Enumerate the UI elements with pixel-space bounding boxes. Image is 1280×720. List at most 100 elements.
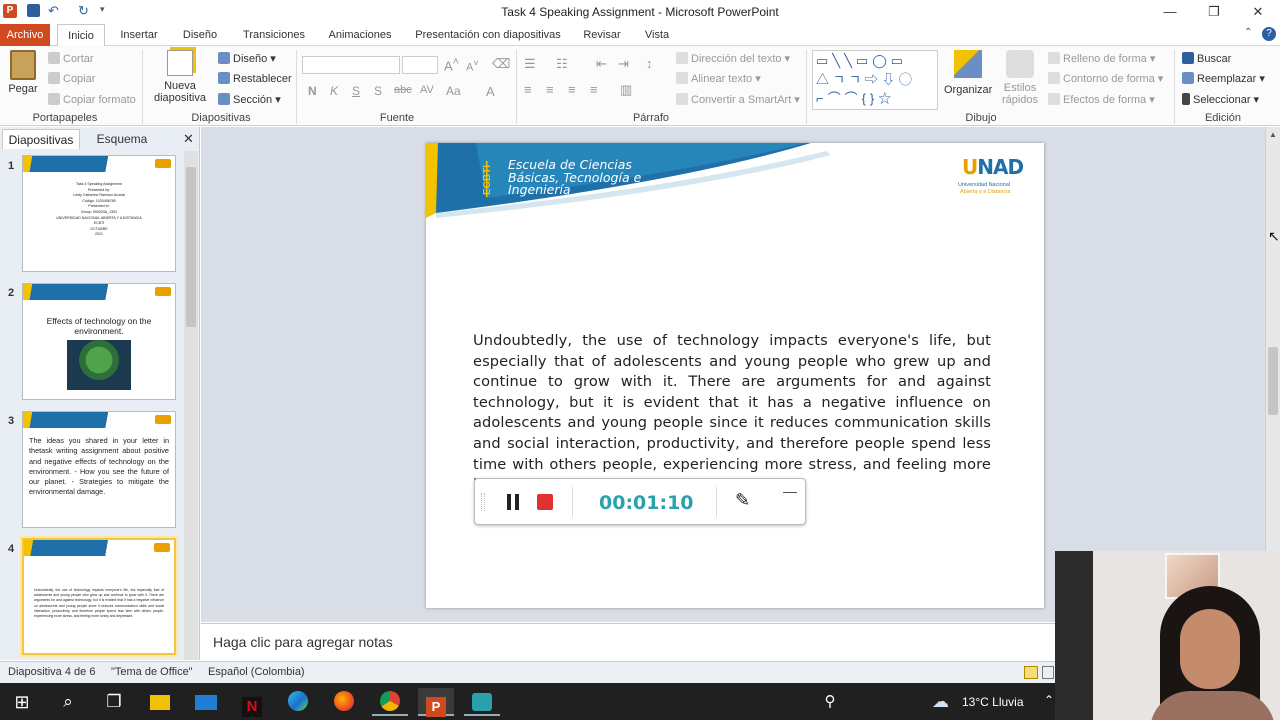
align-right-icon[interactable]: ≡: [568, 82, 576, 97]
tab-inicio[interactable]: Inicio: [57, 24, 105, 47]
shape-fill-button[interactable]: Relleno de forma ▾: [1048, 52, 1155, 65]
window-title: Task 4 Speaking Assignment - Microsoft P…: [501, 5, 779, 19]
current-slide[interactable]: ECBTI Escuela de Ciencias Básicas, Tecnol…: [426, 143, 1044, 608]
scroll-thumb[interactable]: [186, 167, 196, 327]
tab-esquema[interactable]: Esquema: [84, 129, 160, 149]
arrange-button[interactable]: Organizar: [944, 50, 992, 96]
tab-diseno[interactable]: Diseño: [175, 24, 225, 46]
task-view-icon[interactable]: ❐: [96, 688, 132, 716]
drag-handle-icon[interactable]: [481, 493, 485, 511]
tab-animaciones[interactable]: Animaciones: [323, 24, 397, 46]
cut-button[interactable]: Cortar: [48, 52, 94, 65]
pen-icon[interactable]: ✎: [735, 490, 750, 511]
powerpoint-icon[interactable]: P: [418, 688, 454, 717]
smartart-button[interactable]: Convertir a SmartArt ▾: [676, 93, 800, 106]
font-family-select[interactable]: [302, 56, 400, 74]
change-case-icon[interactable]: Aa: [446, 84, 461, 98]
stop-icon[interactable]: [537, 494, 553, 510]
firefox-icon[interactable]: [326, 688, 362, 716]
font-color-icon[interactable]: A: [486, 84, 495, 99]
decrease-indent-icon[interactable]: ⇤: [596, 56, 607, 72]
select-button[interactable]: Seleccionar ▾: [1182, 93, 1259, 106]
bold-button[interactable]: N: [308, 84, 317, 98]
justify-icon[interactable]: ≡: [590, 82, 598, 97]
tab-vista[interactable]: Vista: [636, 24, 678, 46]
pause-icon[interactable]: [507, 494, 519, 510]
close-button[interactable]: ✕: [1236, 0, 1280, 24]
paste-button[interactable]: Pegar: [6, 50, 40, 95]
shape-outline-button[interactable]: Contorno de forma ▾: [1048, 72, 1163, 85]
tab-archivo[interactable]: Archivo: [0, 24, 50, 46]
char-spacing-icon[interactable]: AV: [420, 84, 434, 96]
tab-transiciones[interactable]: Transiciones: [236, 24, 312, 46]
clear-format-icon[interactable]: ⌫: [492, 56, 510, 72]
chrome-icon[interactable]: [372, 688, 408, 716]
arrange-icon: [954, 50, 982, 78]
find-button[interactable]: Buscar: [1182, 52, 1231, 65]
search-icon[interactable]: ⌕: [50, 688, 86, 716]
minimize-button[interactable]: —: [1148, 0, 1192, 24]
shape-effects-button[interactable]: Efectos de forma ▾: [1048, 93, 1155, 106]
text-direction-button[interactable]: Dirección del texto ▾: [676, 52, 790, 65]
strikethrough-button[interactable]: abc: [394, 84, 412, 96]
scroll-up-icon[interactable]: ▲: [1269, 130, 1277, 139]
slide-thumbnail-2[interactable]: Effects of technology on the environment.: [22, 283, 176, 400]
underline-button[interactable]: S: [352, 84, 360, 98]
restore-button[interactable]: ❐: [1192, 0, 1236, 24]
new-slide-button[interactable]: Nueva diapositiva: [150, 50, 210, 104]
thumb-banner: [23, 284, 175, 300]
font-size-select[interactable]: [402, 56, 438, 74]
language-indicator[interactable]: Español (Colombia): [208, 666, 305, 678]
grow-font-icon[interactable]: A˄: [444, 56, 459, 73]
normal-view-icon[interactable]: [1024, 666, 1038, 679]
numbering-icon[interactable]: ☷: [556, 56, 568, 72]
file-explorer-icon[interactable]: [142, 688, 178, 716]
group-label-parrafo: Párrafo: [632, 112, 670, 124]
collapse-ribbon-icon[interactable]: ⌃: [1244, 27, 1252, 38]
format-painter-button[interactable]: Copiar formato: [48, 93, 136, 106]
align-text-button[interactable]: Alinear texto ▾: [676, 72, 761, 85]
mail-icon[interactable]: [188, 688, 224, 716]
tab-revisar[interactable]: Revisar: [578, 24, 626, 46]
section-button[interactable]: Sección ▾: [218, 93, 281, 106]
slide-number: 4: [8, 543, 15, 555]
notes-pane[interactable]: Haga clic para agregar notas: [201, 623, 1055, 661]
tab-insertar[interactable]: Insertar: [113, 24, 165, 46]
slide-thumbnail-1[interactable]: Task 4 Speaking Assignment Presented by: L…: [22, 155, 176, 272]
edge-icon[interactable]: [280, 688, 316, 716]
columns-icon[interactable]: ▥: [620, 82, 632, 98]
copy-button[interactable]: Copiar: [48, 72, 95, 85]
shapes-gallery[interactable]: ▭╲╲▭◯▭ △ㄱㄱ⇨⇩◯ ⌐⌒⌒{}☆: [812, 50, 938, 110]
pane-scrollbar[interactable]: [184, 151, 198, 660]
tab-diapositivas[interactable]: Diapositivas: [2, 129, 80, 149]
shrink-font-icon[interactable]: A˅: [466, 58, 479, 74]
layout-button[interactable]: Diseño ▾: [218, 52, 276, 65]
minimize-recorder-icon[interactable]: —: [783, 483, 797, 499]
italic-button[interactable]: K: [330, 84, 338, 98]
chevron-up-icon[interactable]: ⌃: [1044, 693, 1054, 707]
shadow-button[interactable]: S: [374, 84, 382, 98]
help-icon[interactable]: ?: [1262, 27, 1276, 41]
slide-body-text[interactable]: Undoubtedly, the use of technology impac…: [473, 331, 991, 496]
reset-button[interactable]: Restablecer: [218, 72, 292, 85]
people-icon[interactable]: ⚲: [812, 688, 848, 716]
quick-styles-button[interactable]: Estilos rápidos: [998, 50, 1042, 106]
replace-button[interactable]: Reemplazar ▾: [1182, 72, 1265, 85]
bullets-icon[interactable]: ☰: [524, 56, 536, 72]
windows-start-icon[interactable]: ⊞: [4, 688, 40, 716]
line-spacing-icon[interactable]: ↕: [646, 56, 653, 71]
close-pane-icon[interactable]: ✕: [183, 131, 194, 147]
align-center-icon[interactable]: ≡: [546, 82, 554, 97]
weather-text[interactable]: 13°C Lluvia: [962, 695, 1024, 709]
slide-thumbnail-4[interactable]: Undoubtedly, the use of technology impac…: [20, 536, 178, 657]
slide-thumbnail-3[interactable]: The ideas you shared in your letter in t…: [22, 411, 176, 528]
increase-indent-icon[interactable]: ⇥: [618, 56, 629, 72]
slide-number: 3: [8, 415, 15, 427]
align-left-icon[interactable]: ≡: [524, 82, 532, 97]
scroll-thumb[interactable]: [1268, 347, 1278, 415]
vertical-scrollbar[interactable]: ▲: [1265, 127, 1280, 552]
recorder-app-icon[interactable]: [464, 688, 500, 716]
tab-presentacion[interactable]: Presentación con diapositivas: [408, 24, 568, 46]
slide-sorter-icon[interactable]: [1042, 666, 1054, 679]
netflix-icon[interactable]: N: [234, 688, 270, 717]
